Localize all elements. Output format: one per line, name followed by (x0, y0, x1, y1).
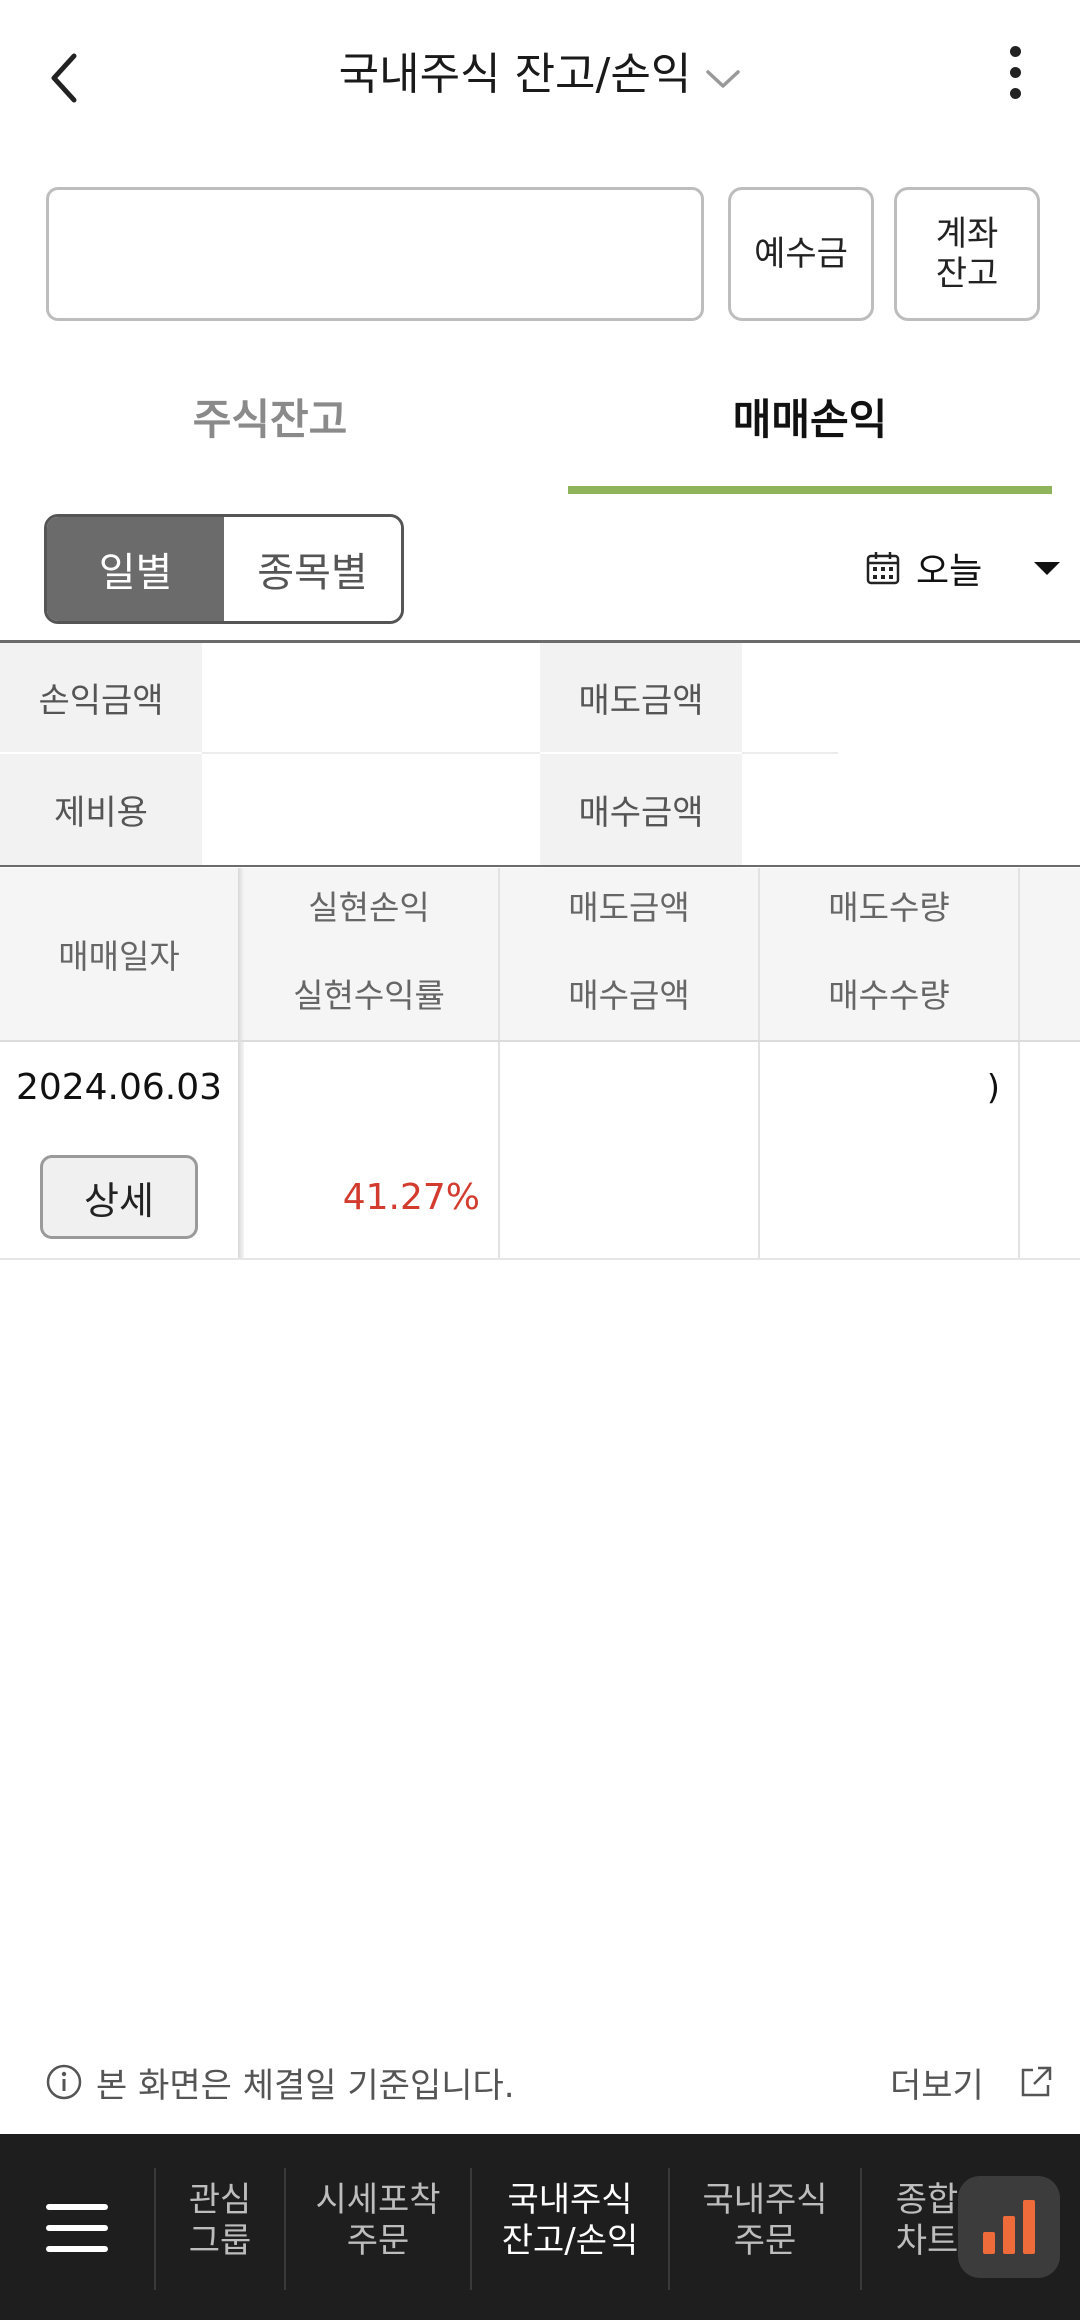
nav-item-domestic-order[interactable]: 국내주식 주문 (670, 2180, 860, 2280)
tab-stock-balance[interactable]: 주식잔고 (0, 380, 540, 460)
summary-bottom-divider (0, 865, 1080, 867)
more-options-icon[interactable] (1000, 46, 1030, 106)
header-buy-qty: 매수수량 (828, 976, 950, 1015)
external-link-icon (1021, 2066, 1052, 2097)
nav-item-domestic-balance[interactable]: 국내주식 잔고/손익 (472, 2180, 668, 2280)
summary-row-divider (742, 752, 838, 754)
row-trade-date: 2024.06.03 (15, 1067, 223, 1108)
segment-daily[interactable]: 일별 (47, 517, 224, 621)
summary-row-divider (202, 752, 540, 754)
segment-by-stock[interactable]: 종목별 (224, 517, 401, 621)
account-select-field[interactable] (46, 187, 704, 321)
row-realized-rate: 41.27% (342, 1177, 480, 1218)
basis-note: 본 화면은 체결일 기준입니다. (46, 2052, 515, 2112)
deposit-button[interactable]: 예수금 (728, 187, 874, 321)
date-selector[interactable]: 오늘 (866, 538, 1061, 598)
account-balance-label-1: 계좌 (935, 214, 999, 254)
summary-label-pl-amount: 손익금액 (0, 643, 202, 752)
dropdown-arrow-icon (1034, 561, 1061, 575)
table-header-divider (0, 1040, 1080, 1042)
header-sell-amount: 매도금액 (568, 888, 690, 927)
summary-label-fees: 제비용 (0, 754, 202, 865)
header-trade-date: 매매일자 (58, 937, 180, 976)
nav-item-watch-group[interactable]: 관심 그룹 (156, 2180, 284, 2280)
header-realized-pl: 실현손익 (308, 888, 430, 927)
tab-trade-pl[interactable]: 매매손익 (540, 380, 1080, 460)
bar-chart-icon (983, 2232, 995, 2254)
info-icon (46, 2064, 82, 2100)
chart-fab-button[interactable] (958, 2176, 1060, 2278)
header-sell-qty: 매도수량 (828, 888, 950, 927)
basis-note-text: 본 화면은 체결일 기준입니다. (96, 2065, 515, 2106)
account-balance-label-2: 잔고 (935, 254, 999, 294)
page-title-text: 국내주식 잔고/손익 (338, 49, 692, 100)
header-realized-rate: 실현수익률 (293, 976, 445, 1015)
period-segment: 일별 종목별 (44, 514, 404, 624)
hamburger-menu-icon[interactable] (46, 2204, 108, 2252)
tab-active-indicator (568, 486, 1052, 494)
summary-label-sell-amount: 매도금액 (540, 643, 742, 752)
page-title[interactable]: 국내주식 잔고/손익 (0, 40, 1080, 110)
column-divider (1018, 868, 1020, 1258)
header-buy-amount: 매수금액 (568, 976, 690, 1015)
more-link-label: 더보기 (890, 2065, 984, 2106)
calendar-icon (866, 552, 900, 585)
row-qty-fragment: ) (986, 1068, 1000, 1108)
detail-button[interactable]: 상세 (40, 1155, 198, 1239)
chevron-down-icon[interactable] (705, 42, 741, 112)
more-link[interactable]: 더보기 (890, 2052, 1054, 2112)
summary-label-buy-amount: 매수금액 (540, 754, 742, 865)
nav-item-price-capture-order[interactable]: 시세포착 주문 (286, 2180, 470, 2280)
date-selector-value: 오늘 (916, 551, 983, 592)
table-row-divider (0, 1258, 1080, 1260)
account-balance-button[interactable]: 계좌 잔고 (894, 187, 1040, 321)
